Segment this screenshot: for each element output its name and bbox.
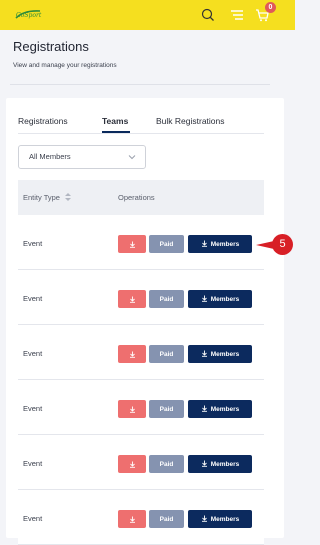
cart-icon[interactable]: 0 (252, 2, 276, 25)
tab-bulk-registrations[interactable]: Bulk Registrations (156, 116, 225, 126)
paid-button[interactable]: Paid (149, 345, 184, 363)
search-icon[interactable] (198, 5, 218, 25)
members-download-button[interactable]: Members (188, 290, 252, 308)
download-icon (129, 461, 135, 468)
entity-type-cell: Event (23, 294, 43, 303)
table-row: Event Paid Members (18, 215, 264, 270)
brand-logo[interactable]: GoSport (14, 7, 42, 21)
step-marker: 5 (272, 234, 293, 255)
download-icon (201, 295, 208, 304)
member-filter-value: All Members (29, 152, 71, 161)
download-icon (129, 296, 135, 303)
table-row: Event Paid Members (18, 270, 264, 325)
paid-button[interactable]: Paid (149, 290, 184, 308)
download-button[interactable] (118, 235, 146, 253)
cart-count-badge: 0 (265, 2, 276, 13)
chevron-down-icon (128, 155, 136, 160)
table-row: Event Paid Members (18, 325, 264, 380)
table-row: Event Paid Members (18, 435, 264, 490)
page-title: Registrations (13, 39, 89, 54)
download-icon (201, 460, 208, 469)
members-button-label: Members (210, 350, 240, 358)
top-bar: GoSport 0 (0, 0, 295, 30)
sort-icon[interactable] (65, 193, 72, 201)
download-button[interactable] (118, 290, 146, 308)
column-entity-type[interactable]: Entity Type (23, 193, 72, 202)
members-button-label: Members (210, 405, 240, 413)
page-subtitle: View and manage your registrations (13, 62, 117, 69)
members-download-button[interactable]: Members (188, 345, 252, 363)
entity-type-cell: Event (23, 459, 43, 468)
download-icon (201, 240, 208, 249)
table-row: Event Paid Members (18, 490, 264, 545)
members-download-button[interactable]: Members (188, 455, 252, 473)
download-icon (129, 406, 135, 413)
members-download-button[interactable]: Members (188, 510, 252, 528)
download-button[interactable] (118, 345, 146, 363)
column-operations: Operations (118, 193, 155, 202)
tab-registrations[interactable]: Registrations (18, 116, 68, 126)
members-button-label: Members (210, 460, 240, 468)
paid-button[interactable]: Paid (149, 455, 184, 473)
paid-button[interactable]: Paid (149, 235, 184, 253)
members-button-label: Members (210, 295, 240, 303)
download-icon (129, 516, 135, 523)
download-icon (129, 351, 135, 358)
members-download-button[interactable]: Members (188, 400, 252, 418)
paid-button[interactable]: Paid (149, 510, 184, 528)
entity-type-cell: Event (23, 239, 43, 248)
members-button-label: Members (210, 240, 240, 248)
download-icon (129, 241, 135, 248)
table-header: Entity Type Operations (18, 180, 264, 215)
download-button[interactable] (118, 510, 146, 528)
download-icon (201, 350, 208, 359)
entity-type-cell: Event (23, 404, 43, 413)
download-button[interactable] (118, 400, 146, 418)
header-divider (10, 84, 270, 85)
download-icon (201, 405, 208, 414)
table-row: Event Paid Members (18, 380, 264, 435)
menu-icon[interactable] (227, 5, 247, 25)
tabs-divider (18, 133, 264, 134)
svg-text:GoSport: GoSport (16, 12, 42, 19)
tab-teams[interactable]: Teams (102, 116, 128, 126)
download-button[interactable] (118, 455, 146, 473)
download-icon (201, 515, 208, 524)
members-download-button[interactable]: Members (188, 235, 252, 253)
members-button-label: Members (210, 515, 240, 523)
entity-type-cell: Event (23, 514, 43, 523)
member-filter-select[interactable]: All Members (18, 145, 146, 169)
paid-button[interactable]: Paid (149, 400, 184, 418)
entity-type-cell: Event (23, 349, 43, 358)
